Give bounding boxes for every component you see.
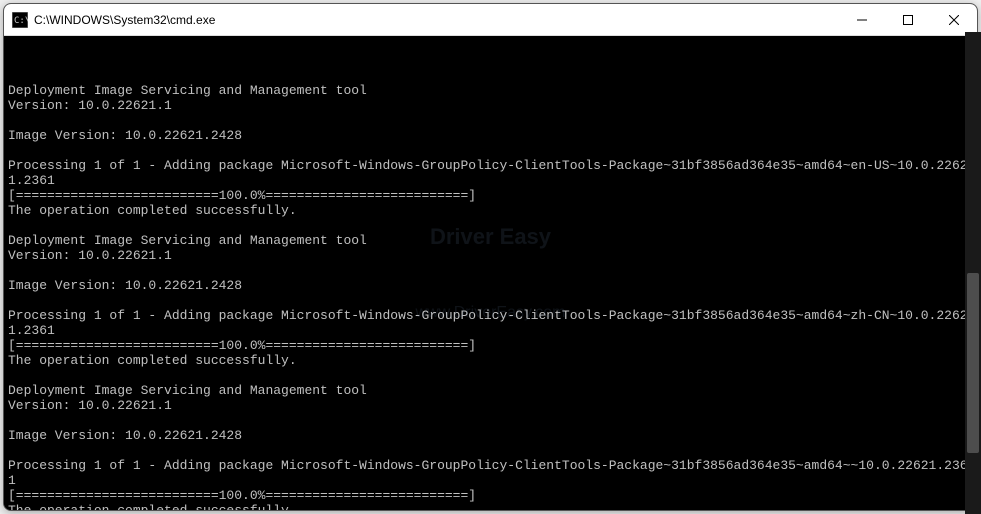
terminal-area[interactable]: Driver Easy www.DriverEasy.com Deploymen… bbox=[4, 36, 977, 510]
image-version-1: Image Version: 10.0.22621.2428 bbox=[8, 128, 242, 143]
dism-header-1: Deployment Image Servicing and Managemen… bbox=[8, 83, 367, 98]
processing-1: Processing 1 of 1 - Adding package Micro… bbox=[8, 158, 968, 188]
processing-2: Processing 1 of 1 - Adding package Micro… bbox=[8, 308, 968, 338]
maximize-button[interactable] bbox=[885, 4, 931, 35]
result-2: The operation completed successfully. bbox=[8, 353, 297, 368]
scrollbar-thumb[interactable] bbox=[967, 273, 978, 453]
image-version-3: Image Version: 10.0.22621.2428 bbox=[8, 428, 242, 443]
dism-version-3: Version: 10.0.22621.1 bbox=[8, 398, 172, 413]
processing-3: Processing 1 of 1 - Adding package Micro… bbox=[8, 458, 968, 488]
result-1: The operation completed successfully. bbox=[8, 203, 297, 218]
progress-bar-3: [==========================100.0%=======… bbox=[8, 488, 476, 503]
image-version-2: Image Version: 10.0.22621.2428 bbox=[8, 278, 242, 293]
window-title: C:\WINDOWS\System32\cmd.exe bbox=[34, 13, 839, 27]
svg-text:C:\: C:\ bbox=[14, 16, 28, 26]
cmd-window: C:\ C:\WINDOWS\System32\cmd.exe Driver E… bbox=[3, 3, 978, 511]
minimize-button[interactable] bbox=[839, 4, 885, 35]
close-button[interactable] bbox=[931, 4, 977, 35]
titlebar[interactable]: C:\ C:\WINDOWS\System32\cmd.exe bbox=[4, 4, 977, 36]
cmd-icon: C:\ bbox=[12, 12, 28, 28]
dism-header-3: Deployment Image Servicing and Managemen… bbox=[8, 383, 367, 398]
progress-bar-2: [==========================100.0%=======… bbox=[8, 338, 476, 353]
window-controls bbox=[839, 4, 977, 35]
dism-header-2: Deployment Image Servicing and Managemen… bbox=[8, 233, 367, 248]
progress-bar-1: [==========================100.0%=======… bbox=[8, 188, 476, 203]
dism-version-1: Version: 10.0.22621.1 bbox=[8, 98, 172, 113]
scrollbar[interactable] bbox=[965, 32, 978, 511]
result-3: The operation completed successfully. bbox=[8, 503, 297, 510]
terminal-content: Deployment Image Servicing and Managemen… bbox=[8, 83, 973, 510]
dism-version-2: Version: 10.0.22621.1 bbox=[8, 248, 172, 263]
